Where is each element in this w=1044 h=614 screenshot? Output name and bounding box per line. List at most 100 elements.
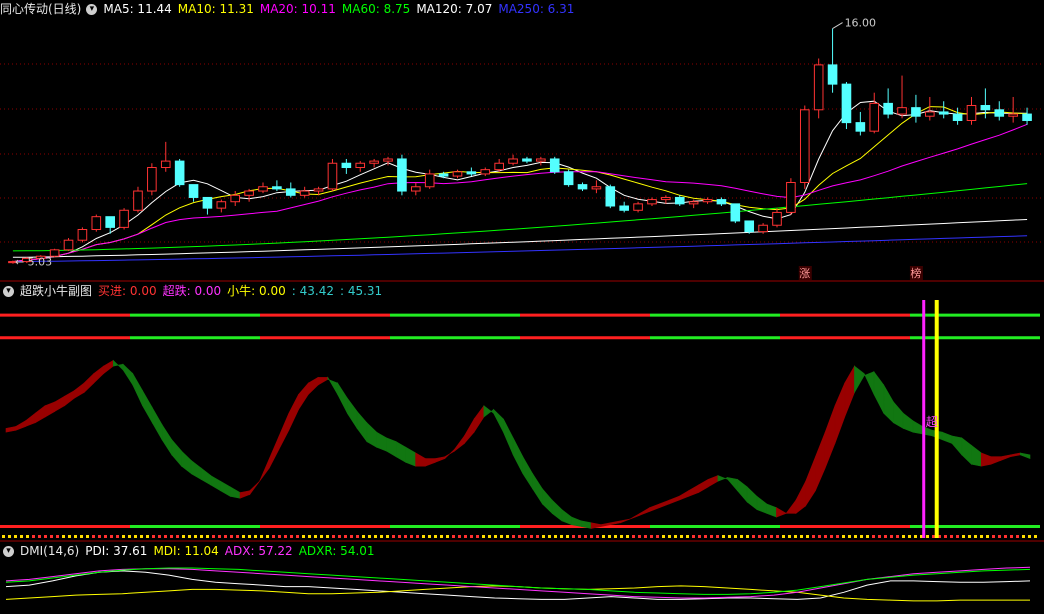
- baseline-dot: [740, 535, 743, 538]
- up-candle: [119, 209, 129, 228]
- baseline-dot: [176, 535, 179, 538]
- ribbon-segment: [863, 371, 875, 395]
- ribbon-segment: [776, 507, 787, 518]
- ribbon-segment: [269, 435, 280, 469]
- ribbon-segment: [902, 412, 914, 433]
- baseline-dot: [14, 535, 17, 538]
- event-tag[interactable]: 涨: [799, 267, 810, 280]
- up-candle: [813, 64, 824, 111]
- baseline-dot: [716, 535, 719, 538]
- baseline-dot: [602, 535, 605, 538]
- up-candle: [869, 102, 880, 132]
- up-candle: [452, 171, 463, 177]
- baseline-dot: [368, 535, 371, 538]
- baseline-dot: [836, 535, 839, 538]
- sub-collapse-button[interactable]: ▾: [3, 286, 14, 297]
- ribbon-segment: [512, 437, 524, 474]
- ma-legend-item-3: MA60: 8.75: [341, 2, 411, 16]
- ribbon-segment: [961, 437, 972, 465]
- baseline-dot: [980, 535, 983, 538]
- baseline-dot: [878, 535, 881, 538]
- baseline-dot: [500, 535, 503, 538]
- baseline-dot: [92, 535, 95, 538]
- high-pointer: [832, 22, 843, 29]
- baseline-dot: [536, 535, 539, 538]
- baseline-dot: [896, 535, 899, 538]
- ribbon-segment: [883, 383, 894, 424]
- ribbon-segment: [347, 397, 358, 430]
- ribbon-segment: [941, 431, 953, 444]
- up-candle: [758, 224, 768, 233]
- ribbon-segment: [190, 459, 202, 480]
- down-candle: [285, 188, 296, 196]
- baseline-dot: [776, 535, 779, 538]
- ribbon-segment: [210, 475, 221, 492]
- main-chart-title: 同心传动(日线): [0, 2, 82, 16]
- baseline-dot: [266, 535, 269, 538]
- up-candle: [647, 199, 657, 205]
- baseline-dot: [248, 535, 251, 538]
- down-candle: [174, 160, 185, 186]
- baseline-dot: [830, 535, 833, 538]
- baseline-dot: [512, 535, 515, 538]
- ribbon-segment: [239, 490, 251, 499]
- baseline-dot: [206, 535, 209, 538]
- baseline-dot: [698, 535, 701, 538]
- baseline-dot: [566, 535, 569, 538]
- down-candle: [855, 122, 866, 132]
- up-candle: [244, 190, 254, 196]
- baseline-dot: [560, 535, 563, 538]
- ribbon-segment: [854, 365, 865, 394]
- baseline-dot: [218, 535, 221, 538]
- ribbon-segment: [288, 394, 299, 431]
- down-candle: [952, 113, 963, 121]
- up-candle: [591, 186, 602, 190]
- baseline-dot: [554, 535, 557, 538]
- baseline-dot: [122, 535, 125, 538]
- baseline-dot: [254, 535, 257, 538]
- ribbon-segment: [464, 417, 475, 445]
- baseline-dot: [170, 535, 173, 538]
- main-collapse-button[interactable]: ▾: [86, 4, 98, 15]
- ribbon-segment: [405, 446, 416, 467]
- ribbon-segment: [73, 382, 85, 399]
- baseline-dot: [926, 535, 929, 538]
- baseline-dot: [308, 535, 311, 538]
- sub-legend: ▾ 超跌小牛副图 买进: 0.00 超跌: 0.00 小牛: 0.00: 43.42: …: [0, 282, 394, 300]
- baseline-dot: [902, 535, 905, 538]
- baseline-dot: [548, 535, 551, 538]
- ma-legend-list: MA5: 11.44 MA10: 11.31 MA20: 10.11 MA60: 8.…: [103, 2, 580, 16]
- ribbon-segment: [737, 478, 748, 503]
- event-tag[interactable]: 榜: [910, 266, 921, 280]
- dmi-legend-list: PDI: 37.61 MDI: 11.04 ADX: 57.22 ADXR: 54.0…: [85, 544, 380, 558]
- up-candle: [258, 186, 268, 192]
- baseline-dot: [1016, 535, 1019, 538]
- up-candle: [1008, 113, 1018, 117]
- baseline-dot: [1034, 535, 1037, 538]
- down-candle: [105, 216, 115, 228]
- baseline-dot: [782, 535, 785, 538]
- baseline-dot: [722, 535, 725, 538]
- ribbon-segment: [122, 363, 134, 386]
- down-candle: [605, 186, 616, 207]
- dmi-collapse-button[interactable]: ▾: [3, 546, 14, 557]
- ma-legend-item-0: MA5: 11.44: [103, 2, 172, 16]
- up-candle: [786, 181, 796, 213]
- up-candle: [424, 173, 435, 188]
- baseline-dot: [8, 535, 11, 538]
- baseline-dot: [404, 535, 407, 538]
- ribbon-segment: [766, 503, 777, 518]
- ribbon-segment: [220, 480, 231, 497]
- baseline-dot: [2, 535, 5, 538]
- ma-legend-item-5: MA250: 6.31: [498, 2, 575, 16]
- down-candle: [188, 184, 199, 198]
- ribbon-segment: [756, 495, 767, 514]
- baseline-dot: [116, 535, 119, 538]
- ribbon-segment: [171, 438, 182, 467]
- ribbon-segment: [834, 382, 846, 444]
- ribbon-segment: [366, 422, 377, 448]
- up-candle: [91, 216, 102, 231]
- baseline-dot: [38, 535, 41, 538]
- ribbon-segment: [668, 495, 680, 505]
- ribbon-segment: [493, 408, 504, 433]
